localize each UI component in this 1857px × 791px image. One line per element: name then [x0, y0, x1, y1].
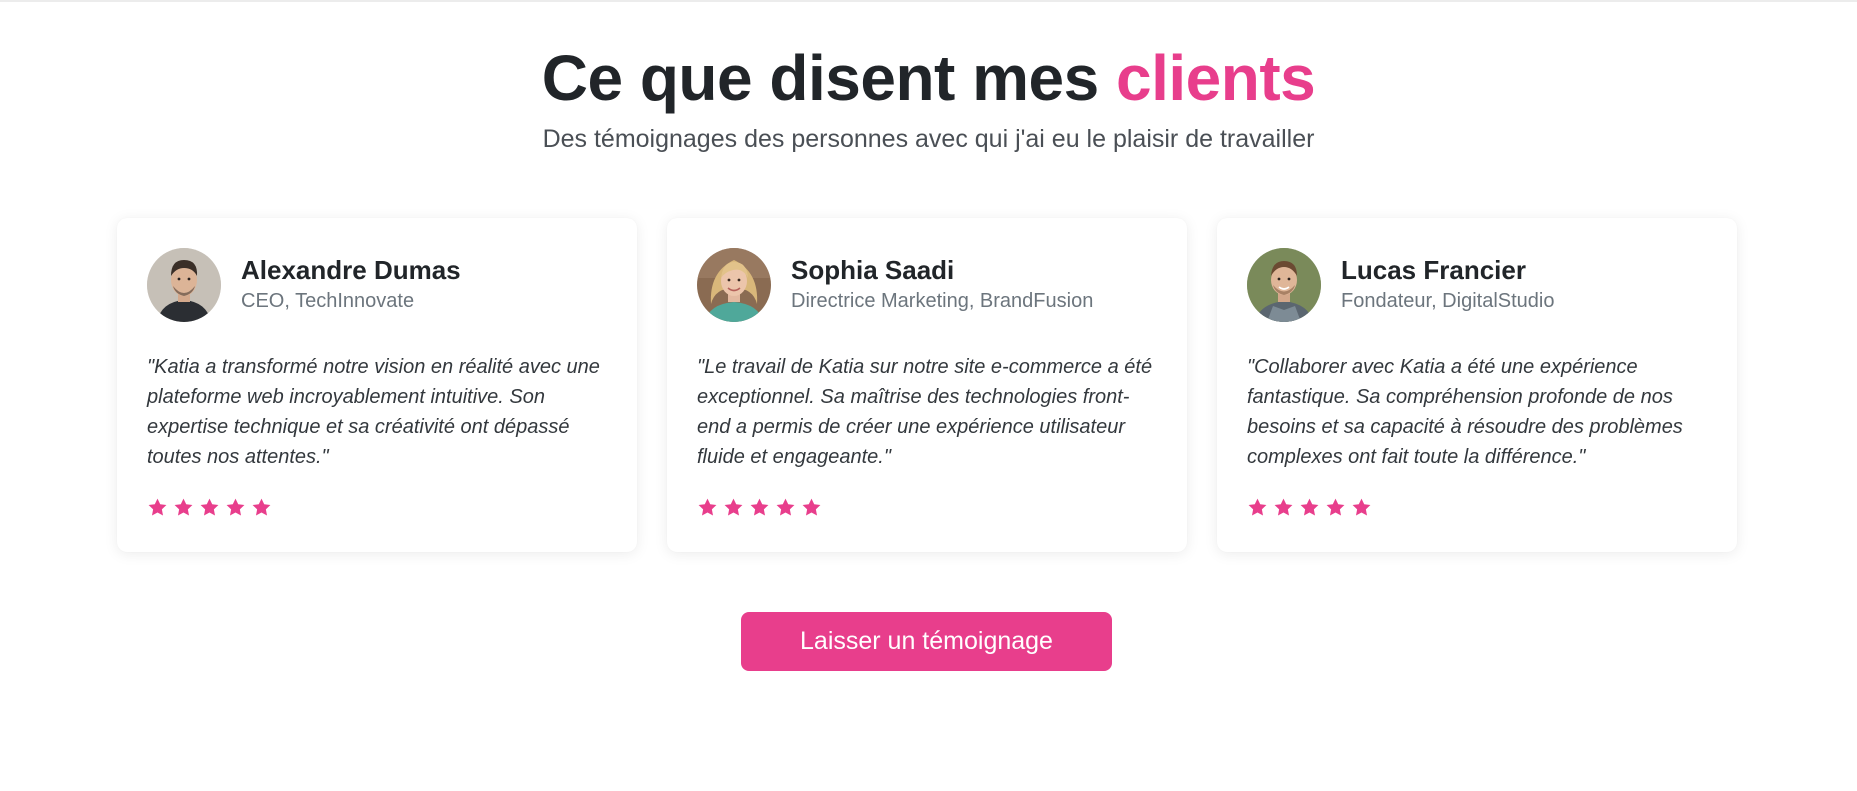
star-icon	[697, 497, 718, 519]
star-icon	[1247, 497, 1268, 519]
avatar	[147, 248, 221, 322]
star-icon	[225, 497, 246, 519]
section-subtitle: Des témoignages des personnes avec qui j…	[542, 125, 1315, 153]
star-icon	[1351, 497, 1372, 519]
avatar	[697, 248, 771, 322]
leave-testimonial-button[interactable]: Laisser un témoignage	[741, 612, 1112, 671]
star-icon	[801, 497, 822, 519]
star-icon	[147, 497, 168, 519]
author-name: Alexandre Dumas	[241, 255, 461, 285]
star-icon	[199, 497, 220, 519]
section-title-main: Ce que disent mes	[541, 42, 1117, 114]
star-icon	[749, 497, 770, 519]
author-name: Sophia Saadi	[791, 255, 955, 285]
section-title: Ce que disent mes clients	[0, 40, 1857, 116]
testimonial-quote: "Le travail de Katia sur notre site e-co…	[697, 356, 1153, 468]
star-icon	[723, 497, 744, 519]
testimonials-section: Ce que disent mes clients Des témoignage…	[0, 0, 1857, 791]
star-icon	[1273, 497, 1294, 519]
section-title-accent: clients	[1116, 42, 1316, 114]
testimonial-card: Sophia Saadi Directrice Marketing, Brand…	[667, 218, 1187, 552]
testimonial-quote: "Katia a transformé notre vision en réal…	[147, 356, 600, 468]
avatar	[1247, 248, 1321, 322]
author-role: CEO, TechInnovate	[241, 290, 415, 312]
star-icon	[1325, 497, 1346, 519]
star-icon	[251, 497, 272, 519]
star-rating	[1247, 497, 1372, 519]
author-role: Directrice Marketing, BrandFusion	[791, 290, 1094, 312]
star-rating	[147, 497, 272, 519]
star-icon	[775, 497, 796, 519]
star-icon	[173, 497, 194, 519]
author-role: Fondateur, DigitalStudio	[1341, 290, 1555, 312]
star-icon	[1299, 497, 1320, 519]
testimonial-quote: "Collaborer avec Katia a été une expérie…	[1247, 356, 1683, 468]
testimonial-card: Alexandre Dumas CEO, TechInnovate "Katia…	[117, 218, 637, 552]
star-rating	[697, 497, 822, 519]
testimonial-card: Lucas Francier Fondateur, DigitalStudio …	[1217, 218, 1737, 552]
author-name: Lucas Francier	[1341, 255, 1526, 285]
